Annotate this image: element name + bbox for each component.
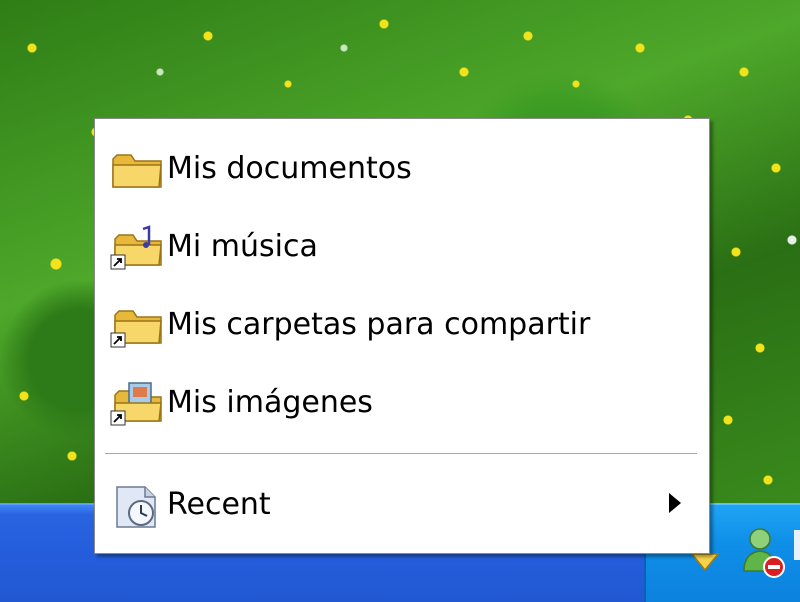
menu-item-recent[interactable]: Recent <box>103 469 699 535</box>
menu-item-mis-imagenes[interactable]: Mis imágenes <box>103 367 699 433</box>
menu-separator <box>105 453 697 455</box>
menu-item-mis-documentos[interactable]: Mis documentos <box>103 133 699 199</box>
music-folder-icon <box>110 225 162 270</box>
start-menu-places-popup: Mis documentos Mi música Mis carpetas pa… <box>94 118 710 554</box>
folder-icon <box>112 154 162 188</box>
menu-item-label: Mi música <box>167 229 318 264</box>
menu-item-mi-musica[interactable]: Mi música <box>103 211 699 277</box>
user-status-offline-icon[interactable] <box>738 525 790 581</box>
menu-item-mis-carpetas-para-compartir[interactable]: Mis carpetas para compartir <box>103 289 699 355</box>
pictures-folder-icon <box>110 382 162 426</box>
menu-item-label: Recent <box>167 487 271 522</box>
menu-item-label: Mis imágenes <box>167 385 373 420</box>
tray-clock-edge <box>794 530 800 560</box>
menu-item-label: Mis documentos <box>167 151 412 186</box>
menu-item-label: Mis carpetas para compartir <box>167 307 591 342</box>
shared-folder-icon <box>110 310 162 348</box>
recent-documents-icon <box>116 486 156 528</box>
submenu-arrow-icon <box>669 493 681 513</box>
